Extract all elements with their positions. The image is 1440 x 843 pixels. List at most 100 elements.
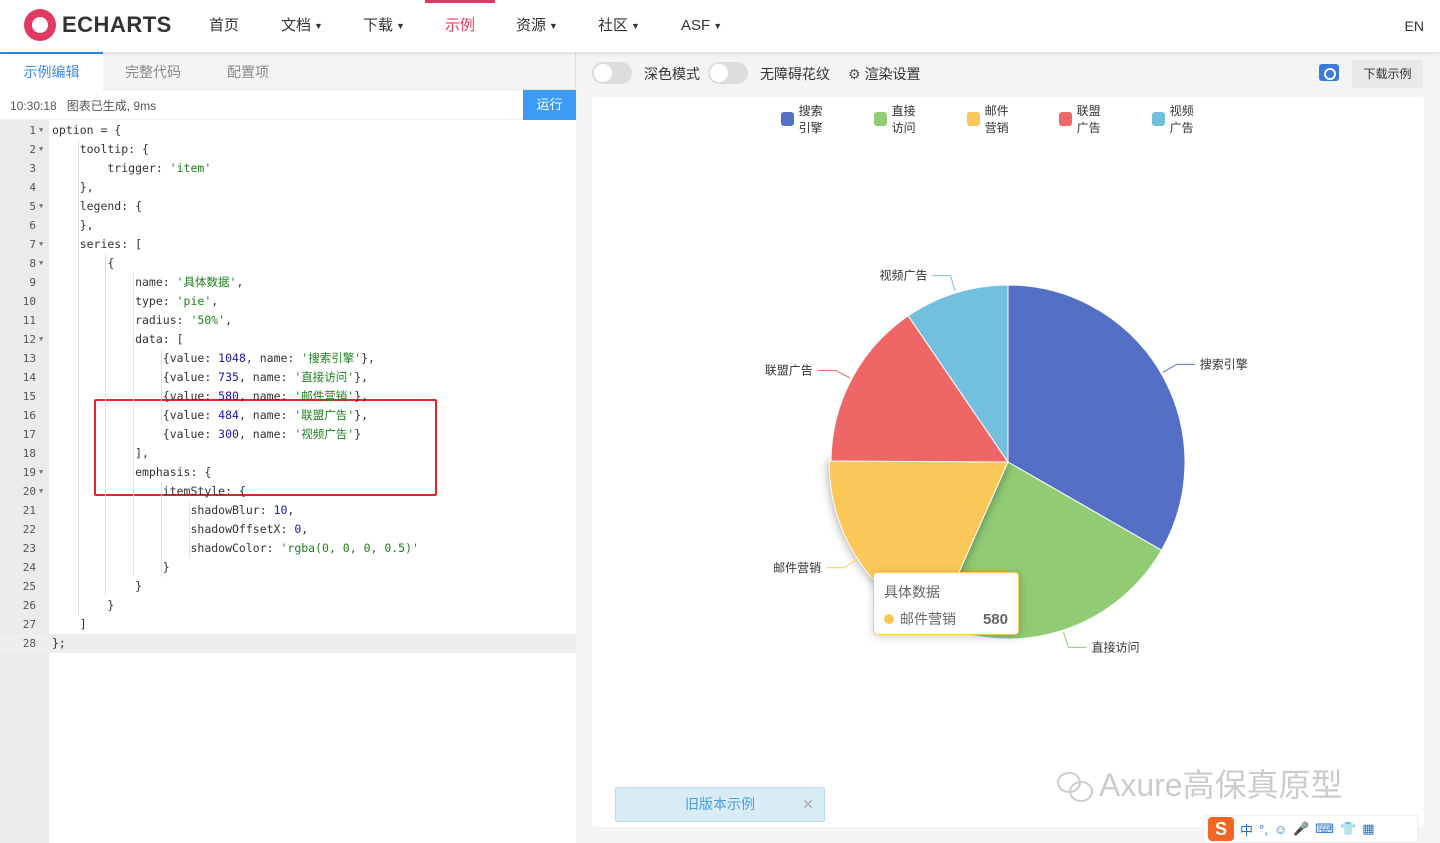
run-button[interactable]: 运行 — [523, 90, 576, 120]
legend-swatch — [874, 112, 887, 126]
code-text: {value: 735, name: '直接访问'}, — [52, 370, 369, 384]
legend-item[interactable]: 直接访问 — [874, 104, 916, 135]
code-line[interactable]: 23 shadowColor: 'rgba(0, 0, 0, 0.5)' — [0, 539, 576, 558]
top-navbar: ECHARTS 首页 文档 ▼ 下载 ▼ 示例 资源 ▼ 社区 ▼ ASF ▼ EN — [0, 0, 1440, 52]
nav-docs[interactable]: 文档 ▼ — [281, 0, 323, 52]
code-line[interactable]: 5 ▼ legend: { — [0, 197, 576, 216]
code-line[interactable]: 8 ▼ { — [0, 254, 576, 273]
fold-arrow-icon[interactable]: ▼ — [39, 254, 43, 273]
status-text: 10:30:18 图表已生成, 9ms — [10, 97, 156, 114]
nav-download[interactable]: 下载 ▼ — [363, 0, 405, 52]
line-number: 23 — [22, 542, 36, 555]
ime-item[interactable]: 👕 — [1340, 821, 1356, 837]
code-text: emphasis: { — [52, 465, 212, 479]
code-line[interactable]: 26 } — [0, 596, 576, 615]
close-icon[interactable]: ✕ — [802, 788, 814, 821]
fold-arrow-icon[interactable]: ▼ — [39, 235, 43, 254]
nav-home-label: 首页 — [209, 17, 240, 34]
code-line[interactable]: 3 trigger: 'item' — [0, 159, 576, 178]
ime-logo[interactable]: S — [1208, 817, 1234, 841]
code-line[interactable]: 16 {value: 484, name: '联盟广告'}, — [0, 406, 576, 425]
code-line[interactable]: 20 ▼ itemStyle: { — [0, 482, 576, 501]
nav-community-label: 社区 — [598, 17, 629, 34]
nav-examples[interactable]: 示例 — [424, 0, 496, 52]
status-message: 图表已生成, 9ms — [66, 99, 157, 113]
code-editor[interactable]: 1 ▼ option = {2 ▼ tooltip: {3 trigger: 'ite… — [0, 120, 576, 843]
code-text: tooltip: { — [52, 142, 149, 156]
caret-down-icon: ▼ — [713, 21, 723, 32]
dark-mode-toggle[interactable] — [592, 62, 632, 84]
code-line[interactable]: 13 {value: 1048, name: '搜索引擎'}, — [0, 349, 576, 368]
code-line[interactable]: 14 {value: 735, name: '直接访问'}, — [0, 368, 576, 387]
logo-text: ECHARTS — [62, 12, 172, 37]
code-line[interactable]: 4 }, — [0, 178, 576, 197]
old-version-banner[interactable]: 旧版本示例 ✕ — [615, 787, 825, 822]
code-line[interactable]: 21 shadowBlur: 10, — [0, 501, 576, 520]
line-number: 24 — [22, 561, 36, 574]
indent-guide — [105, 254, 107, 596]
code-line[interactable]: 9 name: '具体数据', — [0, 273, 576, 292]
code-line[interactable]: 18 ], — [0, 444, 576, 463]
fold-arrow-icon[interactable]: ▼ — [39, 140, 43, 159]
ime-item[interactable]: °, — [1259, 822, 1268, 837]
code-line[interactable]: 22 shadowOffsetX: 0, — [0, 520, 576, 539]
nav-asf[interactable]: ASF ▼ — [681, 0, 722, 52]
tab-full-code[interactable]: 完整代码 — [103, 52, 203, 90]
line-number: 20 — [22, 485, 36, 498]
ime-item[interactable]: 🎤 — [1293, 821, 1309, 837]
code-text: }; — [52, 636, 66, 650]
code-line[interactable]: 6 }, — [0, 216, 576, 235]
ime-item[interactable]: ☺ — [1274, 822, 1287, 837]
code-line[interactable]: 25 } — [0, 577, 576, 596]
fold-arrow-icon[interactable]: ▼ — [39, 463, 43, 482]
line-number: 1 — [29, 124, 36, 137]
legend-label: 联盟广告 — [1076, 104, 1101, 135]
code-line[interactable]: 19 ▼ emphasis: { — [0, 463, 576, 482]
tab-config[interactable]: 配置项 — [203, 52, 293, 90]
ime-item[interactable]: ⌨ — [1315, 821, 1334, 837]
code-line[interactable]: 15 {value: 580, name: '邮件营销'}, — [0, 387, 576, 406]
line-number: 18 — [22, 447, 36, 460]
old-version-link[interactable]: 旧版本示例 — [685, 796, 755, 812]
fold-arrow-icon[interactable]: ▼ — [39, 330, 43, 349]
code-text: shadowOffsetX: 0, — [52, 522, 309, 536]
code-line[interactable]: 27 ] — [0, 615, 576, 634]
legend-item[interactable]: 联盟广告 — [1059, 104, 1101, 135]
nav-community[interactable]: 社区 ▼ — [598, 0, 640, 52]
render-settings[interactable]: ⚙ 渲染设置 — [848, 64, 920, 84]
camera-icon[interactable] — [1319, 64, 1339, 81]
ime-item[interactable]: ▦ — [1362, 821, 1374, 837]
fold-arrow-icon[interactable]: ▼ — [39, 482, 43, 501]
ime-toolbar[interactable]: S 中 °, ☺ 🎤 ⌨ 👕 ▦ — [1203, 815, 1418, 843]
code-panel: 示例编辑 完整代码 配置项 10:30:18 图表已生成, 9ms 运行 1 ▼ o… — [0, 52, 576, 843]
code-line[interactable]: 12 ▼ data: [ — [0, 330, 576, 349]
code-line[interactable]: 24 } — [0, 558, 576, 577]
nav-home[interactable]: 首页 — [209, 0, 239, 52]
line-number: 8 — [29, 257, 36, 270]
code-text: option = { — [52, 123, 122, 137]
download-example-button[interactable]: 下载示例 — [1352, 60, 1423, 88]
fold-arrow-icon[interactable]: ▼ — [39, 197, 43, 216]
code-line[interactable]: 1 ▼ option = { — [0, 121, 576, 140]
code-line[interactable]: 7 ▼ series: [ — [0, 235, 576, 254]
code-line[interactable]: 11 radius: '50%', — [0, 311, 576, 330]
language-switch[interactable]: EN — [1405, 0, 1424, 52]
echarts-logo[interactable]: ECHARTS — [24, 9, 172, 41]
code-text: }, — [52, 218, 94, 232]
tab-example-edit[interactable]: 示例编辑 — [0, 52, 103, 90]
fold-arrow-icon[interactable]: ▼ — [39, 121, 43, 140]
code-line[interactable]: 10 type: 'pie', — [0, 292, 576, 311]
a11y-pattern-toggle[interactable] — [708, 62, 748, 84]
code-line[interactable]: 17 {value: 300, name: '视频广告'} — [0, 425, 576, 444]
legend-item[interactable]: 搜索引擎 — [781, 104, 823, 135]
code-line[interactable]: 28}; — [0, 634, 576, 653]
code-line[interactable]: 2 ▼ tooltip: { — [0, 140, 576, 159]
nav-resources[interactable]: 资源 ▼ — [516, 0, 558, 52]
legend-swatch — [967, 112, 980, 126]
ime-item[interactable]: 中 — [1240, 820, 1253, 839]
legend-item[interactable]: 视频广告 — [1152, 104, 1194, 135]
legend-item[interactable]: 邮件营销 — [967, 104, 1009, 135]
code-text: } — [52, 598, 115, 612]
tooltip-row: 邮件营销 580 — [884, 609, 1008, 629]
caret-down-icon: ▼ — [314, 21, 323, 32]
